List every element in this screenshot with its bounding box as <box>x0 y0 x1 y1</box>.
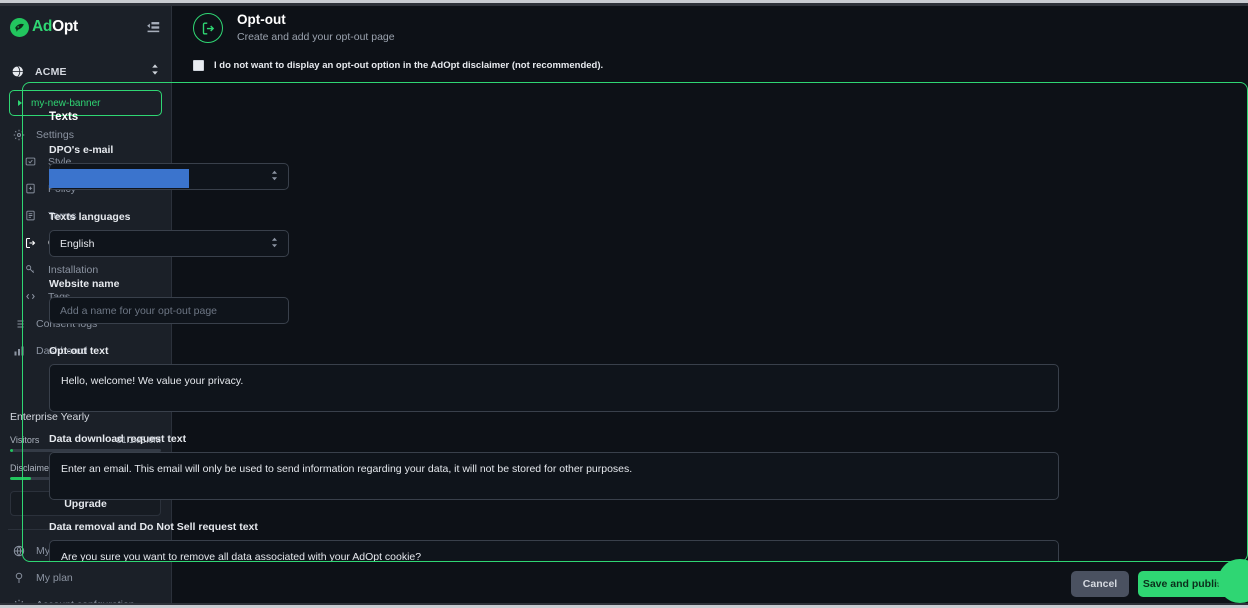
disclaimer-checkbox-row: I do not want to display an opt-out opti… <box>193 60 1248 71</box>
website-name-input[interactable]: Add a name for your opt-out page <box>49 297 289 324</box>
texts-languages-value: English <box>60 237 95 250</box>
page-title: Opt-out <box>237 12 286 27</box>
data-removal-text-textarea[interactable]: Are you sure you want to remove all data… <box>49 540 1059 561</box>
brand-wordmark: AdOpt <box>32 18 78 36</box>
field-dpo-email: DPO's e-mail <box>49 144 1247 190</box>
texts-card: Texts DPO's e-mail Texts languages Engli… <box>22 82 1248 562</box>
data-download-text-textarea[interactable]: Enter an email. This email will only be … <box>49 452 1059 500</box>
field-data-download-text: Data download request text Enter an emai… <box>49 433 1247 500</box>
field-website-name: Website name Add a name for your opt-out… <box>49 278 1247 324</box>
field-data-removal-text: Data removal and Do Not Sell request tex… <box>49 521 1247 561</box>
action-bar: Cancel Save and publish <box>1071 571 1234 597</box>
disclaimer-checkbox[interactable] <box>193 60 204 71</box>
brand-opt: Opt <box>52 18 78 35</box>
collapse-sidebar-icon[interactable] <box>145 19 161 35</box>
optout-circle-icon <box>193 13 223 43</box>
field-texts-languages: Texts languages English <box>49 211 1247 257</box>
app-root: AdOpt ACME my-new-banner Settings Style … <box>0 0 1248 608</box>
sidebar-footer-label: My plan <box>36 571 73 584</box>
organization-switcher[interactable]: ACME <box>0 58 171 85</box>
text-selection-highlight <box>49 169 189 188</box>
optout-text-textarea[interactable]: Hello, welcome! We value your privacy. <box>49 364 1059 412</box>
field-optout-text: Opt-out text Hello, welcome! We value yo… <box>49 345 1247 412</box>
field-label: Opt-out text <box>49 345 109 357</box>
sidebar-logo-row: AdOpt <box>0 6 171 48</box>
adopt-logo-icon <box>10 17 29 37</box>
field-label: Website name <box>49 278 120 290</box>
field-label: Texts languages <box>49 211 131 223</box>
card-title: Texts <box>49 111 79 123</box>
field-label: Data download request text <box>49 433 187 445</box>
brand-ad: Ad <box>32 18 53 35</box>
disclaimer-checkbox-label: I do not want to display an opt-out opti… <box>214 60 604 71</box>
field-label: DPO's e-mail <box>49 144 114 156</box>
organization-name: ACME <box>35 65 67 78</box>
cancel-button[interactable]: Cancel <box>1071 571 1129 597</box>
dpo-email-select[interactable] <box>49 163 289 190</box>
field-label: Data removal and Do Not Sell request tex… <box>49 521 258 533</box>
chevron-updown-icon <box>270 236 279 251</box>
page-header: Opt-out Create and add your opt-out page <box>172 6 1248 43</box>
page-subtitle: Create and add your opt-out page <box>237 31 395 43</box>
chevron-updown-icon <box>150 63 160 81</box>
tag-icon <box>12 571 25 584</box>
meter-fill <box>10 449 14 452</box>
chevron-updown-icon <box>270 169 279 184</box>
sidebar-item-my-plan[interactable]: My plan <box>0 564 171 591</box>
texts-languages-select[interactable]: English <box>49 230 289 257</box>
globe-icon <box>11 65 24 78</box>
